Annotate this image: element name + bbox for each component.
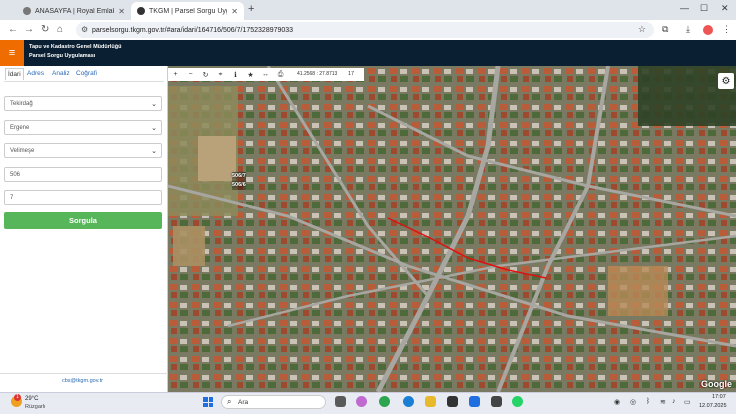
- district-value: Ergene: [10, 124, 30, 131]
- browser-tab-tkgm[interactable]: TKGM | Parsel Sorgu Uygulaması ✕: [131, 2, 244, 20]
- antivirus-icon[interactable]: ◎: [630, 398, 636, 406]
- site-info-icon[interactable]: ⚙: [81, 25, 88, 34]
- notification-badge: 1: [14, 394, 21, 401]
- browser-tab-royal-emlak[interactable]: ANASAYFA | Royal Emlak | Çor... ✕: [17, 2, 131, 20]
- parcel-label-top: 506/7: [232, 173, 246, 179]
- tab-divider: [4, 81, 164, 82]
- location-pin-icon: [137, 7, 145, 15]
- query-button[interactable]: Sorgula: [4, 212, 162, 229]
- minimize-icon[interactable]: —: [680, 3, 689, 13]
- parcel-number-input[interactable]: 7: [4, 190, 162, 205]
- tab-cografi[interactable]: Coğrafi: [76, 70, 97, 77]
- satellite-map[interactable]: [168, 66, 736, 392]
- hamburger-menu-icon[interactable]: ≡: [0, 40, 24, 66]
- volume-icon[interactable]: ♪: [672, 398, 676, 405]
- block-number-input[interactable]: 506: [4, 167, 162, 182]
- locate-icon[interactable]: ⌖: [213, 71, 228, 79]
- favorite-star-icon[interactable]: ★: [243, 71, 258, 79]
- profile-avatar[interactable]: [703, 25, 713, 35]
- outlook-icon[interactable]: [469, 396, 480, 407]
- store-icon[interactable]: [447, 396, 458, 407]
- extensions-icon[interactable]: ⧉: [662, 24, 668, 35]
- query-panel: [0, 66, 168, 392]
- bluetooth-icon[interactable]: ᛒ: [646, 398, 650, 405]
- close-icon[interactable]: ✕: [118, 7, 125, 16]
- clock-time[interactable]: 17:07: [712, 394, 726, 400]
- copilot-icon[interactable]: [356, 396, 367, 407]
- chevron-down-icon: ⌄: [151, 125, 157, 132]
- taskbar-search[interactable]: ⌕ Ara: [221, 395, 326, 409]
- province-value: Tekirdağ: [10, 100, 33, 107]
- search-placeholder: Ara: [238, 398, 249, 406]
- map-imagery: [168, 66, 736, 392]
- contact-email-link[interactable]: cbs@tkgm.gov.tr: [62, 378, 103, 384]
- tab-title: TKGM | Parsel Sorgu Uygulaması: [149, 7, 227, 15]
- taskbar: [0, 392, 736, 414]
- tab-title: ANASAYFA | Royal Emlak | Çor...: [35, 7, 115, 15]
- measure-icon[interactable]: ↔: [258, 71, 273, 78]
- globe-icon: [23, 7, 31, 15]
- tab-idari[interactable]: İdari: [5, 68, 24, 80]
- google-attribution: Google: [701, 379, 732, 389]
- coordinate-readout: 41.2568 : 27.8713: [297, 71, 338, 77]
- gear-icon[interactable]: ⚙: [718, 73, 734, 89]
- clock-date[interactable]: 12.07.2025: [699, 403, 727, 409]
- close-window-icon[interactable]: ✕: [721, 3, 729, 14]
- province-select[interactable]: Tekirdağ ⌄: [4, 96, 162, 111]
- weather-text: Rüzgarlı: [25, 404, 46, 410]
- search-icon: ⌕: [227, 397, 232, 406]
- zoom-out-icon[interactable]: −: [183, 71, 198, 78]
- url-text: parselsorgu.tkgm.gov.tr/#ara/idari/16471…: [92, 26, 294, 34]
- bookmark-star-icon[interactable]: ☆: [638, 24, 646, 35]
- tab-analiz[interactable]: Analiz: [52, 70, 70, 77]
- edge-icon[interactable]: [403, 396, 414, 407]
- windows-start-icon[interactable]: [203, 397, 213, 407]
- zoom-level: 17: [348, 71, 355, 77]
- home-icon[interactable]: ⌂: [57, 24, 63, 35]
- refresh-icon[interactable]: ↻: [198, 71, 213, 79]
- wifi-icon[interactable]: ≋: [660, 398, 666, 406]
- address-bar[interactable]: ⚙ parselsorgu.tkgm.gov.tr/#ara/idari/164…: [76, 22, 654, 38]
- maximize-icon[interactable]: ☐: [700, 3, 708, 14]
- zoom-in-icon[interactable]: +: [168, 71, 183, 78]
- parcel-label-bottom: 506/6: [232, 182, 246, 188]
- parcel-label: 506/7 506/6: [232, 172, 246, 190]
- org-name: Tapu ve Kadastro Genel Müdürlüğü: [29, 44, 122, 50]
- chevron-down-icon: ⌄: [151, 148, 157, 155]
- print-icon[interactable]: ⎙: [273, 71, 288, 79]
- battery-icon[interactable]: ▭: [684, 398, 691, 406]
- menu-icon[interactable]: ⋮: [722, 24, 731, 35]
- chevron-down-icon: ⌄: [151, 101, 157, 108]
- tray-app-icon[interactable]: ◉: [614, 398, 620, 406]
- parcel-value: 7: [10, 194, 14, 201]
- temperature: 29°C: [25, 396, 39, 402]
- tab-adres[interactable]: Adres: [27, 70, 44, 77]
- block-value: 506: [10, 171, 21, 178]
- new-tab-icon[interactable]: +: [248, 3, 254, 15]
- footer-divider: [0, 373, 168, 374]
- download-icon[interactable]: ⤓: [686, 24, 690, 35]
- close-icon[interactable]: ✕: [231, 7, 238, 16]
- whatsapp-icon[interactable]: [512, 396, 523, 407]
- back-icon[interactable]: ←: [8, 24, 18, 35]
- task-view-icon[interactable]: [335, 396, 346, 407]
- neighborhood-select[interactable]: Velimeşe ⌄: [4, 143, 162, 158]
- file-explorer-icon[interactable]: [425, 396, 436, 407]
- reload-icon[interactable]: ↻: [41, 24, 49, 35]
- app-name: Parsel Sorgu Uygulaması: [29, 53, 96, 59]
- info-icon[interactable]: ℹ: [228, 71, 243, 79]
- district-select[interactable]: Ergene ⌄: [4, 120, 162, 135]
- forward-icon[interactable]: →: [24, 24, 34, 35]
- neighborhood-value: Velimeşe: [10, 147, 35, 154]
- chrome-icon[interactable]: [379, 396, 390, 407]
- camera-icon[interactable]: [491, 396, 502, 407]
